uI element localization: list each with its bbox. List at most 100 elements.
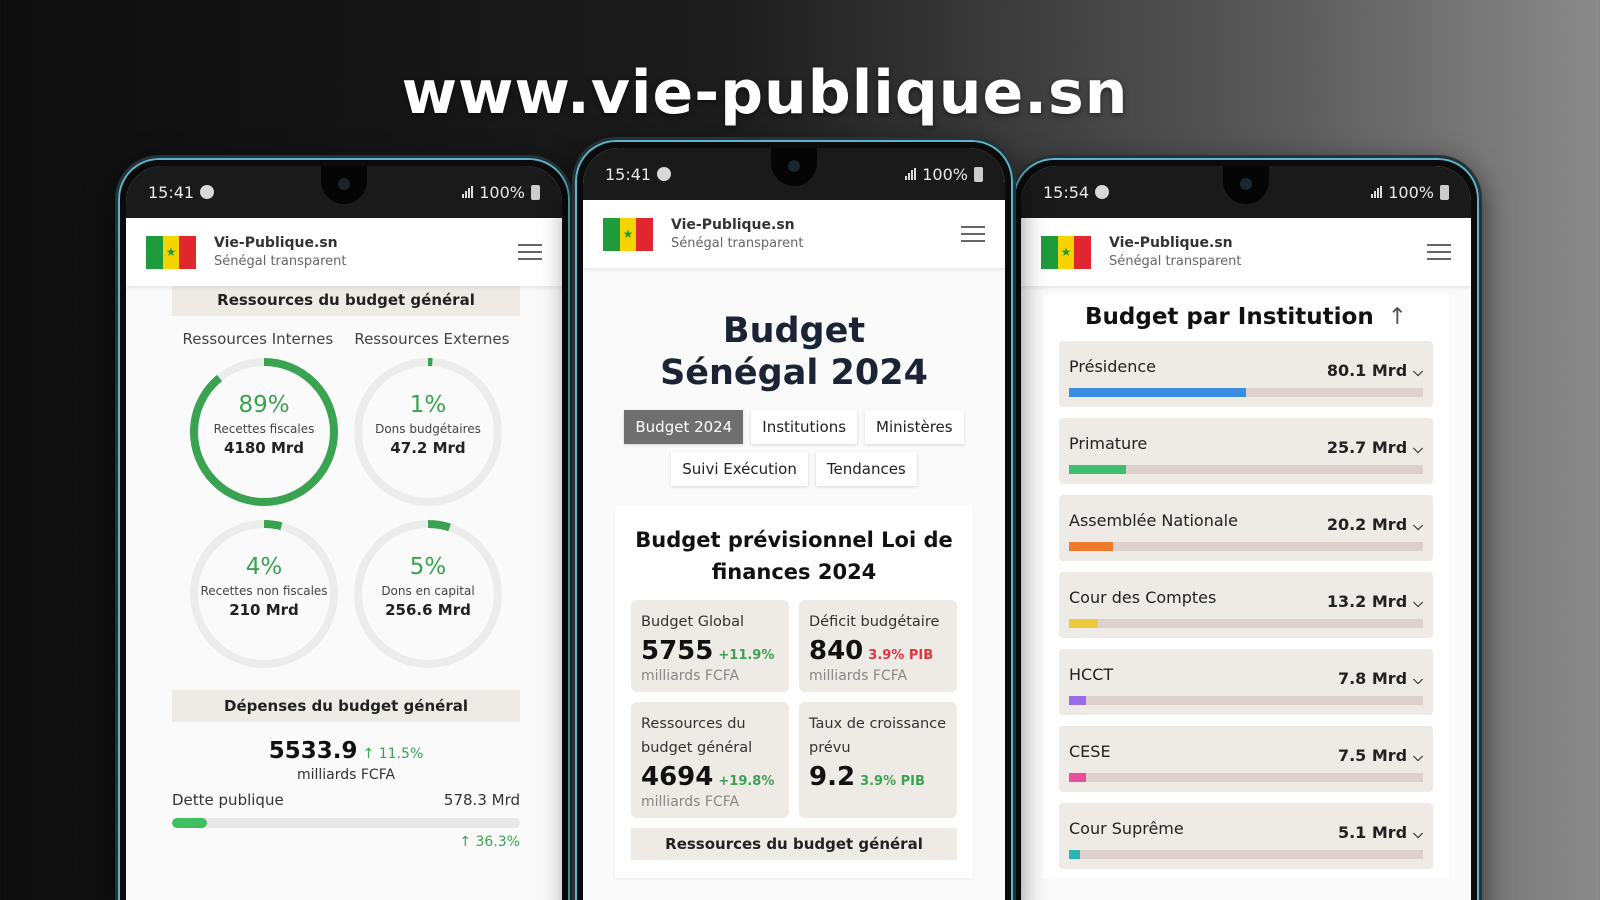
debt-label: Dette publique (172, 791, 284, 809)
institution-name: Assemblée Nationale (1069, 511, 1238, 530)
donut-grid: 89% Recettes fiscales 4180 Mrd 1% Dons budgé… (172, 354, 520, 672)
donut-label: Recettes fiscales (213, 422, 315, 436)
tab-budget-2024[interactable]: Budget 2024 (624, 410, 744, 444)
institution-bar (1069, 542, 1423, 551)
chevron-down-icon[interactable]: ⌵ (1413, 827, 1423, 842)
kpi-label: Budget Global (641, 614, 745, 630)
chevron-down-icon[interactable]: ⌵ (1413, 365, 1423, 380)
institution-item[interactable]: HCCT 7.8 Mrd ⌵ (1059, 649, 1433, 715)
expenses-title: Dépenses du budget général (172, 690, 520, 722)
donut-label: Recettes non fiscales (200, 584, 328, 598)
institution-amount: 80.1 Mrd (1326, 361, 1408, 380)
chevron-down-icon[interactable]: ⌵ (1413, 596, 1423, 611)
chevron-down-icon[interactable]: ⌵ (1413, 673, 1423, 688)
chevron-down-icon[interactable]: ⌵ (1413, 750, 1423, 765)
institution-name: HCCT (1069, 665, 1114, 684)
status-bar: 15:54 100% (1021, 166, 1471, 218)
kpi-unit: milliards FCFA (641, 794, 740, 810)
kpi-change: +19.8% (718, 774, 775, 789)
tab-minist-res[interactable]: Ministères (865, 410, 964, 444)
app-header: ★ Vie-Publique.sn Sénégal transparent (583, 200, 1005, 268)
senegal-flag-logo[interactable]: ★ (603, 217, 654, 251)
expenses-change: ↑ 11.5% (362, 746, 424, 762)
institution-bar (1069, 696, 1423, 705)
nav-tabs: Budget 2024 Institutions Ministères Suivi E… (583, 410, 1005, 486)
kpi-label: Taux de croissance prévu (809, 716, 947, 756)
status-time: 15:41 (148, 182, 195, 202)
phone-center: 15:41 100% ★ Vie-Publique.sn Sénégal tra… (572, 137, 1016, 900)
resources-title: Ressources du budget général (172, 284, 520, 316)
app-name[interactable]: Vie-Publique.sn (214, 235, 518, 251)
donut-percent: 4% (245, 554, 283, 580)
internal-resources-label: Ressources Internes (182, 330, 334, 348)
donut-percent: 1% (409, 392, 447, 418)
kpi-unit: milliards FCFA (809, 668, 908, 684)
phone-screen: 15:54 100% ★ Vie-Publique.sn Sénégal tra… (1021, 166, 1471, 900)
institution-item[interactable]: CESE 7.5 Mrd ⌵ (1059, 726, 1433, 792)
spotify-icon (657, 167, 672, 181)
institution-item[interactable]: Primature 25.7 Mrd ⌵ (1059, 418, 1433, 484)
kpi-change: 3.9% PIB (860, 774, 925, 789)
chevron-down-icon[interactable]: ⌵ (1413, 442, 1423, 457)
app-name[interactable]: Vie-Publique.sn (1109, 235, 1427, 251)
institution-bar (1069, 619, 1423, 628)
resource-donut[interactable]: 5% Dons en capital 256.6 Mrd (350, 516, 506, 672)
app-tagline: Sénégal transparent (1109, 254, 1242, 269)
app-header: ★ Vie-Publique.sn Sénégal transparent (1021, 218, 1471, 286)
institution-amount: 25.7 Mrd (1326, 438, 1408, 457)
battery-icon (531, 184, 540, 200)
institution-item[interactable]: Présidence 80.1 Mrd ⌵ (1059, 341, 1433, 407)
institution-name: CESE (1069, 742, 1111, 761)
donut-value: 256.6 Mrd (385, 601, 471, 619)
camera-notch (1223, 166, 1269, 204)
institution-name: Primature (1069, 434, 1148, 453)
tab-tendances[interactable]: Tendances (815, 452, 917, 486)
hamburger-menu-icon[interactable] (518, 244, 542, 260)
sort-arrow-icon[interactable]: ↑ (1388, 304, 1407, 330)
status-time: 15:54 (1043, 182, 1090, 202)
budget-forecast-card: Budget prévisionnel Loi de finances 2024… (615, 506, 973, 878)
senegal-flag-logo[interactable]: ★ (146, 235, 197, 269)
institution-bar-fill (1069, 696, 1087, 705)
resource-donut[interactable]: 1% Dons budgétaires 47.2 Mrd (350, 354, 506, 510)
tab-suivi-ex-cution[interactable]: Suivi Exécution (671, 452, 808, 486)
kpi-unit: milliards FCFA (641, 668, 740, 684)
status-bar: 15:41 100% (583, 148, 1005, 200)
institution-bar (1069, 773, 1423, 782)
institution-amount: 5.1 Mrd (1337, 823, 1408, 842)
expenses-unit: milliards FCFA (296, 767, 396, 783)
kpi-card: Budget Global 5755 +11.9% milliards FCFA (631, 600, 789, 692)
kpi-card: Ressources du budget général 4694 +19.8% mi… (631, 702, 789, 818)
resource-donut[interactable]: 4% Recettes non fiscales 210 Mrd (186, 516, 342, 672)
phone-left: 15:41 100% ★ Vie-Publique.sn Sénégal tra… (115, 155, 573, 900)
phone-screen: 15:41 100% ★ Vie-Publique.sn Sénégal tra… (126, 166, 562, 900)
camera-notch (771, 148, 817, 186)
institution-amount: 7.8 Mrd (1337, 669, 1408, 688)
tab-institutions[interactable]: Institutions (751, 410, 858, 444)
kpi-card: Taux de croissance prévu 9.2 3.9% PIB (799, 702, 957, 818)
institutions-title[interactable]: Budget par Institution ↑ (1059, 304, 1433, 330)
institution-name: Présidence (1069, 357, 1156, 376)
institution-bar-fill (1069, 619, 1099, 628)
chevron-down-icon[interactable]: ⌵ (1413, 519, 1423, 534)
institution-bar-fill (1069, 388, 1246, 397)
hamburger-menu-icon[interactable] (961, 226, 985, 242)
phone-right: 15:54 100% ★ Vie-Publique.sn Sénégal tra… (1010, 155, 1482, 900)
institution-item[interactable]: Cour Suprême 5.1 Mrd ⌵ (1059, 803, 1433, 869)
institution-amount: 13.2 Mrd (1326, 592, 1408, 611)
app-name[interactable]: Vie-Publique.sn (671, 217, 961, 233)
kpi-value: 9.2 (809, 762, 856, 792)
hamburger-menu-icon[interactable] (1427, 244, 1451, 260)
status-time: 15:41 (605, 164, 652, 184)
signal-icon (905, 168, 917, 180)
resource-donut[interactable]: 89% Recettes fiscales 4180 Mrd (186, 354, 342, 510)
institution-bar-fill (1069, 773, 1086, 782)
institution-item[interactable]: Assemblée Nationale 20.2 Mrd ⌵ (1059, 495, 1433, 561)
senegal-flag-logo[interactable]: ★ (1041, 235, 1092, 269)
institution-item[interactable]: Cour des Comptes 13.2 Mrd ⌵ (1059, 572, 1433, 638)
debt-progress-fill (172, 818, 207, 828)
donut-percent: 5% (409, 554, 447, 580)
donut-label: Dons en capital (381, 584, 475, 598)
donut-value: 210 Mrd (229, 601, 299, 619)
kpi-change: +11.9% (718, 648, 775, 663)
